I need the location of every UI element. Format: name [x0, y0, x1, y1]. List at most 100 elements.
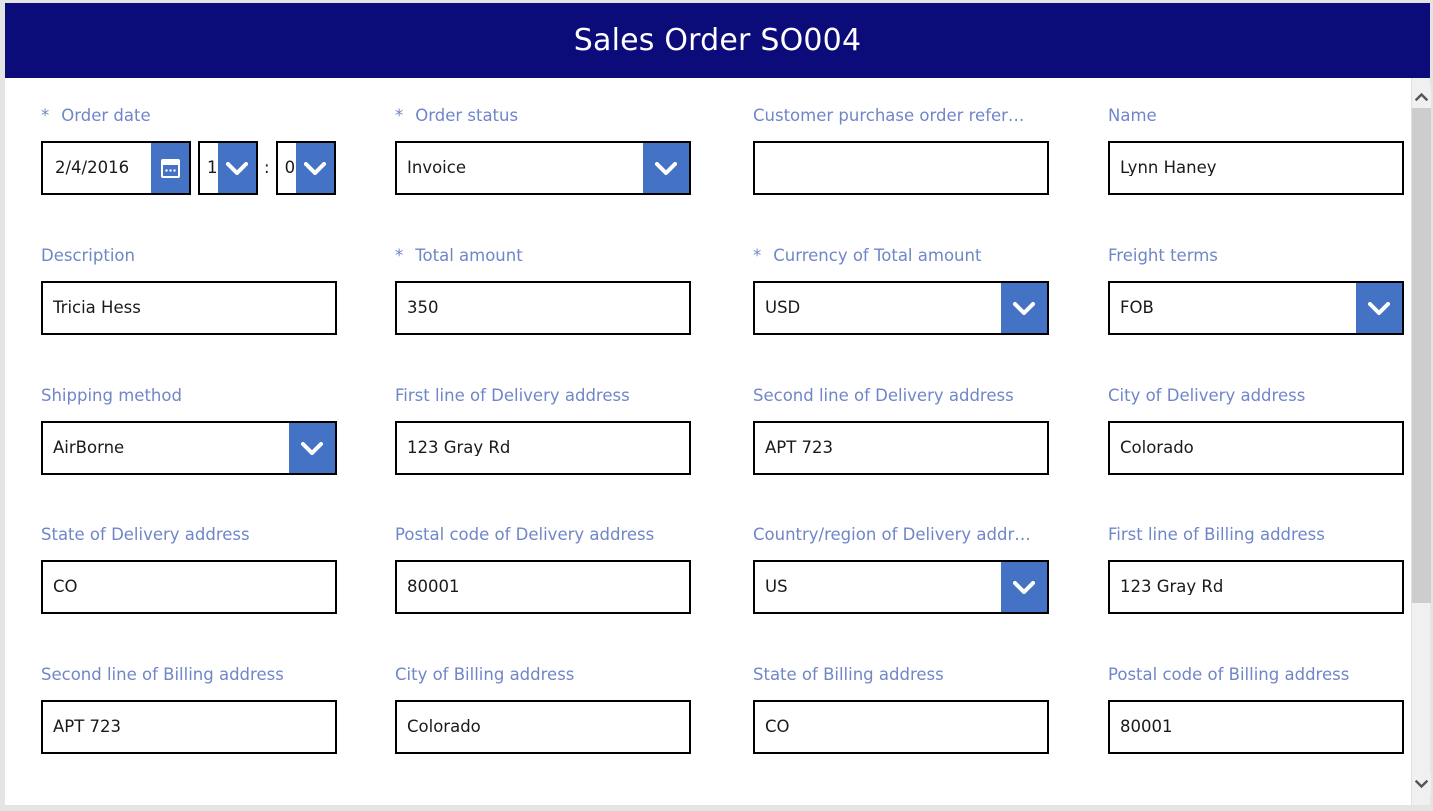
sales-order-form: * Order date 2/4/2016 1: 0 * Order stat…: [5, 78, 1411, 805]
input-first-line-of-delivery-address[interactable]: 123 Gray Rd: [395, 421, 691, 475]
order-hour-dropdown[interactable]: 1: [198, 141, 258, 195]
label-text-total-amount: Total amount: [415, 246, 523, 265]
field-second-line-of-delivery-address: Second line of Delivery address APT 723: [753, 386, 1049, 475]
input-city-of-billing-address[interactable]: Colorado: [395, 700, 691, 754]
field-label-name: Name: [1108, 106, 1404, 125]
field-second-line-of-billing-address: Second line of Billing address APT 723: [41, 665, 337, 754]
value-currency-of-total-amount: USD: [765, 299, 801, 317]
chevron-down-icon: [226, 161, 248, 175]
label-text-shipping-method: Shipping method: [41, 386, 182, 405]
required-marker-order-date: *: [41, 106, 50, 125]
value-freight-terms: FOB: [1120, 299, 1154, 317]
value-first-line-of-delivery-address: 123 Gray Rd: [407, 439, 511, 457]
input-first-line-of-billing-address[interactable]: 123 Gray Rd: [1108, 560, 1404, 614]
input-shipping-method[interactable]: AirBorne: [41, 421, 337, 475]
input-name[interactable]: Lynn Haney: [1108, 141, 1404, 195]
page-title: Sales Order SO004: [573, 22, 862, 58]
chevron-down-icon: [301, 441, 323, 455]
label-text-name: Name: [1108, 106, 1157, 125]
label-text-order-date: Order date: [61, 106, 151, 125]
value-postal-code-of-delivery-address: 80001: [407, 578, 460, 596]
required-marker-currency-of-total-amount: *: [753, 246, 762, 265]
value-description: Tricia Hess: [53, 299, 141, 317]
input-description[interactable]: Tricia Hess: [41, 281, 337, 335]
label-text-first-line-of-delivery-address: First line of Delivery address: [395, 386, 630, 405]
value-second-line-of-delivery-address: APT 723: [765, 439, 834, 457]
order-minute-value: 0: [284, 157, 296, 177]
scrollbar-thumb[interactable]: [1412, 108, 1431, 603]
order-hour-dropdown-button[interactable]: [218, 143, 256, 193]
field-first-line-of-delivery-address: First line of Delivery address 123 Gray …: [395, 386, 691, 475]
input-order-status[interactable]: Invoice: [395, 141, 691, 195]
required-marker-order-status: *: [395, 106, 404, 125]
value-postal-code-of-billing-address: 80001: [1120, 718, 1173, 736]
label-text-currency-of-total-amount: Currency of Total amount: [773, 246, 982, 265]
field-description: Description Tricia Hess: [41, 246, 337, 335]
field-label-first-line-of-delivery-address: First line of Delivery address: [395, 386, 691, 405]
input-customer-purchase-order-reference[interactable]: [753, 141, 1049, 195]
input-city-of-delivery-address[interactable]: Colorado: [1108, 421, 1404, 475]
field-label-second-line-of-delivery-address: Second line of Delivery address: [753, 386, 1049, 405]
chevron-down-icon: [1415, 780, 1428, 788]
input-second-line-of-delivery-address[interactable]: APT 723: [753, 421, 1049, 475]
field-label-state-of-billing-address: State of Billing address: [753, 665, 1049, 684]
field-label-currency-of-total-amount: * Currency of Total amount: [753, 246, 1049, 265]
field-name: Name Lynn Haney: [1108, 106, 1404, 195]
field-label-description: Description: [41, 246, 337, 265]
calendar-picker-button[interactable]: [151, 143, 189, 193]
required-marker-total-amount: *: [395, 246, 404, 265]
field-label-city-of-billing-address: City of Billing address: [395, 665, 691, 684]
label-text-customer-purchase-order-reference: Customer purchase order refer…: [753, 106, 1025, 125]
vertical-scrollbar[interactable]: [1411, 78, 1431, 805]
label-text-second-line-of-delivery-address: Second line of Delivery address: [753, 386, 1014, 405]
order-date-value: 2/4/2016: [55, 157, 130, 177]
label-text-second-line-of-billing-address: Second line of Billing address: [41, 665, 284, 684]
chevron-up-icon: [1415, 93, 1428, 101]
field-state-of-delivery-address: State of Delivery address CO: [41, 525, 337, 614]
input-state-of-billing-address[interactable]: CO: [753, 700, 1049, 754]
value-state-of-delivery-address: CO: [53, 578, 78, 596]
label-text-description: Description: [41, 246, 135, 265]
label-text-order-status: Order status: [415, 106, 519, 125]
field-label-freight-terms: Freight terms: [1108, 246, 1404, 265]
label-text-country-region-of-delivery-address: Country/region of Delivery addr…: [753, 525, 1031, 544]
field-label-order-date: * Order date: [41, 106, 336, 125]
field-order-date: * Order date 2/4/2016 1: 0: [41, 106, 336, 195]
dropdown-button-currency-of-total-amount[interactable]: [1001, 283, 1047, 333]
field-freight-terms: Freight terms FOB: [1108, 246, 1404, 335]
field-postal-code-of-billing-address: Postal code of Billing address 80001: [1108, 665, 1404, 754]
input-postal-code-of-delivery-address[interactable]: 80001: [395, 560, 691, 614]
order-minute-dropdown[interactable]: 0: [275, 141, 336, 195]
input-total-amount[interactable]: 350: [395, 281, 691, 335]
value-second-line-of-billing-address: APT 723: [53, 718, 122, 736]
field-label-total-amount: * Total amount: [395, 246, 691, 265]
value-shipping-method: AirBorne: [53, 439, 125, 457]
dropdown-button-order-status[interactable]: [643, 143, 689, 193]
input-freight-terms[interactable]: FOB: [1108, 281, 1404, 335]
input-country-region-of-delivery-address[interactable]: US: [753, 560, 1049, 614]
label-text-freight-terms: Freight terms: [1108, 246, 1218, 265]
dropdown-button-freight-terms[interactable]: [1356, 283, 1402, 333]
input-state-of-delivery-address[interactable]: CO: [41, 560, 337, 614]
input-second-line-of-billing-address[interactable]: APT 723: [41, 700, 337, 754]
scroll-down-button[interactable]: [1412, 773, 1431, 795]
order-date-controls: 2/4/2016 1 : 0: [41, 141, 336, 195]
input-postal-code-of-billing-address[interactable]: 80001: [1108, 700, 1404, 754]
order-minute-dropdown-button[interactable]: [295, 143, 334, 193]
window-title-bar: Sales Order SO004: [5, 3, 1430, 78]
field-state-of-billing-address: State of Billing address CO: [753, 665, 1049, 754]
field-label-city-of-delivery-address: City of Delivery address: [1108, 386, 1404, 405]
input-currency-of-total-amount[interactable]: USD: [753, 281, 1049, 335]
order-date-input[interactable]: 2/4/2016: [41, 141, 191, 195]
field-label-order-status: * Order status: [395, 106, 691, 125]
dropdown-button-country-region-of-delivery-address[interactable]: [1001, 562, 1047, 612]
value-name: Lynn Haney: [1120, 159, 1217, 177]
chevron-down-icon: [1013, 301, 1035, 315]
label-text-city-of-delivery-address: City of Delivery address: [1108, 386, 1306, 405]
value-total-amount: 350: [407, 299, 439, 317]
dropdown-button-shipping-method[interactable]: [289, 423, 335, 473]
value-country-region-of-delivery-address: US: [765, 578, 788, 596]
chevron-down-icon: [1013, 580, 1035, 594]
scroll-up-button[interactable]: [1412, 86, 1431, 108]
order-hour-value: 1: [207, 157, 218, 177]
